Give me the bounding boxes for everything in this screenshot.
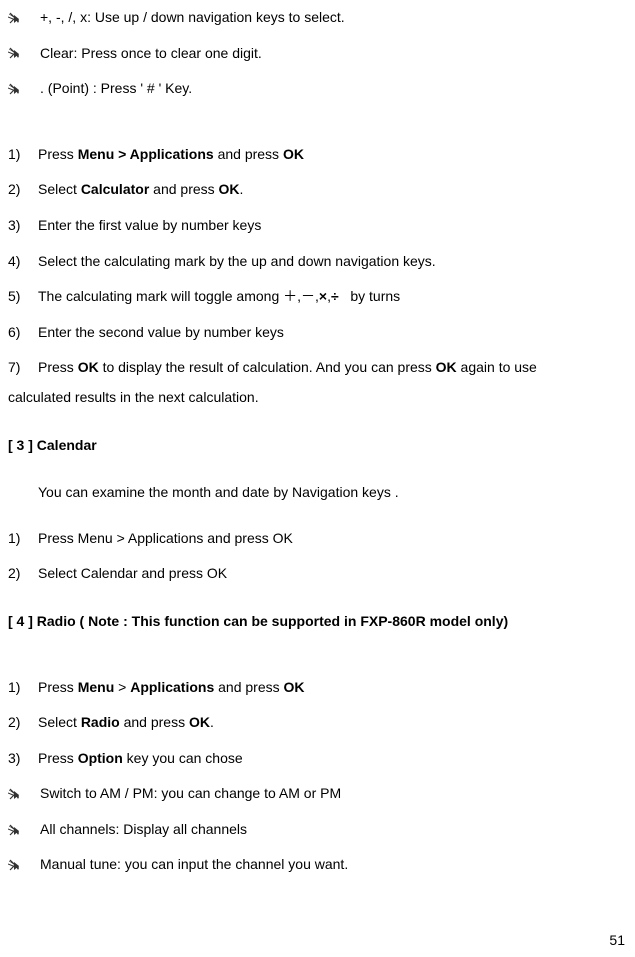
page-content: +, -, /, x: Use up / down navigation key… bbox=[0, 8, 635, 875]
arrow-bullet-icon bbox=[8, 787, 22, 801]
step-number: 1) bbox=[8, 145, 38, 165]
step-number: 1) bbox=[8, 678, 38, 698]
arrow-bullet-icon bbox=[8, 11, 22, 25]
step-text: Enter the first value by number keys bbox=[38, 216, 627, 236]
calc-step-7: 7) Press OK to display the result of cal… bbox=[8, 358, 627, 378]
step-number: 6) bbox=[8, 323, 38, 343]
step-number: 2) bbox=[8, 713, 38, 733]
step-text: Select Calendar and press OK bbox=[38, 564, 627, 584]
step-number: 3) bbox=[8, 216, 38, 236]
tip-text: Clear: Press once to clear one digit. bbox=[40, 44, 262, 64]
page-number: 51 bbox=[609, 931, 625, 951]
tip-text: +, -, /, x: Use up / down navigation key… bbox=[40, 8, 345, 28]
step-number: 1) bbox=[8, 529, 38, 549]
radio-step-1: 1) Press Menu > Applications and press O… bbox=[8, 678, 627, 698]
step-text: Press OK to display the result of calcul… bbox=[38, 358, 627, 378]
radio-bullet: Switch to AM / PM: you can change to AM … bbox=[8, 784, 627, 804]
tip-text: . (Point) : Press ' # ' Key. bbox=[40, 79, 192, 99]
step-text: Select the calculating mark by the up an… bbox=[38, 252, 627, 272]
step-text: Press Menu > Applications and press OK bbox=[38, 145, 627, 165]
step-number: 7) bbox=[8, 358, 38, 378]
calc-step-5: 5) The calculating mark will toggle amon… bbox=[8, 287, 627, 307]
tip-item: +, -, /, x: Use up / down navigation key… bbox=[8, 8, 627, 28]
arrow-bullet-icon bbox=[8, 858, 22, 872]
step-number: 4) bbox=[8, 252, 38, 272]
arrow-bullet-icon bbox=[8, 46, 22, 60]
radio-step-3: 3) Press Option key you can chose bbox=[8, 749, 627, 769]
calc-step-2: 2) Select Calculator and press OK. bbox=[8, 180, 627, 200]
tip-item: . (Point) : Press ' # ' Key. bbox=[8, 79, 627, 99]
radio-step-2: 2) Select Radio and press OK. bbox=[8, 713, 627, 733]
step-text: Select Radio and press OK. bbox=[38, 713, 627, 733]
step-text: Press Option key you can chose bbox=[38, 749, 627, 769]
step-number: 2) bbox=[8, 564, 38, 584]
step-text: Press Menu > Applications and press OK bbox=[38, 529, 627, 549]
calendar-step-2: 2) Select Calendar and press OK bbox=[8, 564, 627, 584]
calc-step-7-cont: calculated results in the next calculati… bbox=[8, 388, 627, 408]
heading-calendar: [ 3 ] Calendar bbox=[8, 436, 627, 456]
calc-step-6: 6) Enter the second value by number keys bbox=[8, 323, 627, 343]
step-text: Select Calculator and press OK. bbox=[38, 180, 627, 200]
step-text: The calculating mark will toggle among ＋… bbox=[38, 287, 627, 307]
heading-radio: [ 4 ] Radio ( Note : This function can b… bbox=[8, 612, 627, 632]
bullet-text: All channels: Display all channels bbox=[40, 820, 247, 840]
bullet-text: Switch to AM / PM: you can change to AM … bbox=[40, 784, 341, 804]
step-text: Press Menu > Applications and press OK bbox=[38, 678, 627, 698]
arrow-bullet-icon bbox=[8, 823, 22, 837]
radio-bullet: Manual tune: you can input the channel y… bbox=[8, 855, 627, 875]
radio-bullet: All channels: Display all channels bbox=[8, 820, 627, 840]
bullet-text: Manual tune: you can input the channel y… bbox=[40, 855, 348, 875]
step-text: Enter the second value by number keys bbox=[38, 323, 627, 343]
calc-step-3: 3) Enter the first value by number keys bbox=[8, 216, 627, 236]
calc-step-4: 4) Select the calculating mark by the up… bbox=[8, 252, 627, 272]
calendar-para: You can examine the month and date by Na… bbox=[8, 483, 627, 503]
arrow-bullet-icon bbox=[8, 82, 22, 96]
step-number: 5) bbox=[8, 287, 38, 307]
step-number: 3) bbox=[8, 749, 38, 769]
step-number: 2) bbox=[8, 180, 38, 200]
calc-step-1: 1) Press Menu > Applications and press O… bbox=[8, 145, 627, 165]
calendar-step-1: 1) Press Menu > Applications and press O… bbox=[8, 529, 627, 549]
tip-item: Clear: Press once to clear one digit. bbox=[8, 44, 627, 64]
